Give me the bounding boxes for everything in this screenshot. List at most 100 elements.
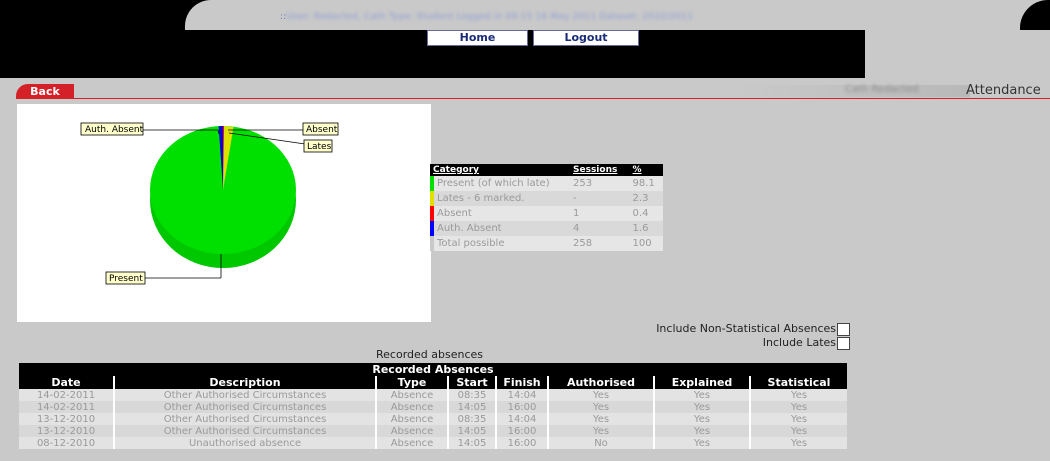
col-type: Type (375, 376, 448, 389)
summary-header-row: Category Sessions % (430, 164, 663, 176)
attendance-pie-chart: Auth. Absent Absent Lates Present (17, 104, 431, 322)
cell-start: 08:35 (447, 413, 496, 425)
cell-finish: 16:00 (495, 425, 548, 437)
user-info: ::User: Redacted, Cath Type: Student Log… (280, 12, 693, 22)
table-row: 14-02-2011 Other Authorised Circumstance… (19, 389, 847, 401)
cell-date: 14-02-2011 (19, 401, 114, 413)
summary-pct: 100 (629, 236, 663, 251)
attendance-summary-table: Category Sessions % Present (of which la… (430, 164, 663, 251)
cell-explained: Yes (653, 401, 750, 413)
table-row: 14-02-2011 Other Authorised Circumstance… (19, 401, 847, 413)
cell-authorised: Yes (547, 425, 654, 437)
summary-sessions: - (570, 191, 630, 206)
summary-pct: 98.1 (629, 176, 663, 191)
summary-category: Absent (434, 206, 570, 221)
summary-pct: 0.4 (629, 206, 663, 221)
cell-explained: Yes (653, 413, 750, 425)
col-statistical: Statistical (749, 376, 847, 389)
student-name: Cath Redacted (845, 84, 919, 95)
cell-explained: Yes (653, 389, 750, 401)
cell-finish: 16:00 (495, 401, 548, 413)
pie-label-absent: Absent (306, 125, 338, 135)
back-button[interactable]: Back (16, 84, 74, 99)
col-finish: Finish (495, 376, 548, 389)
summary-header-category: Category (430, 164, 570, 176)
logout-button[interactable]: Logout (533, 30, 639, 46)
cell-finish: 14:04 (495, 389, 548, 401)
col-authorised: Authorised (547, 376, 654, 389)
summary-row: Lates - 6 marked. - 2.3 (430, 191, 663, 206)
summary-sessions: 1 (570, 206, 630, 221)
col-date: Date (19, 376, 114, 389)
cell-date: 08-12-2010 (19, 437, 114, 449)
cell-description: Other Authorised Circumstances (113, 413, 376, 425)
summary-category: Lates - 6 marked. (434, 191, 570, 206)
header-right-panel (865, 30, 1050, 78)
cell-finish: 16:00 (495, 437, 548, 449)
cell-type: Absence (375, 389, 448, 401)
cell-explained: Yes (653, 437, 750, 449)
cell-statistical: Yes (749, 437, 847, 449)
cell-explained: Yes (653, 425, 750, 437)
summary-category: Present (of which late) (434, 176, 570, 191)
cell-finish: 14:04 (495, 413, 548, 425)
table-row: 08-12-2010 Unauthorised absence Absence … (19, 437, 847, 449)
cell-description: Other Authorised Circumstances (113, 425, 376, 437)
cell-type: Absence (375, 413, 448, 425)
cell-description: Unauthorised absence (113, 437, 376, 449)
lates-option: Include Lates (763, 336, 850, 350)
home-button[interactable]: Home (427, 30, 528, 46)
subheader-divider (74, 98, 1050, 99)
summary-header-sessions: Sessions (570, 164, 630, 176)
summary-category: Auth. Absent (434, 221, 570, 236)
cell-authorised: Yes (547, 389, 654, 401)
summary-row: Auth. Absent 4 1.6 (430, 221, 663, 236)
user-info-details: User: Redacted, Cath Type: Student Logge… (286, 12, 694, 22)
cell-authorised: Yes (547, 401, 654, 413)
cell-description: Other Authorised Circumstances (113, 401, 376, 413)
cell-type: Absence (375, 437, 448, 449)
page-title: Attendance (966, 83, 1041, 98)
cell-date: 13-12-2010 (19, 425, 114, 437)
summary-sessions: 4 (570, 221, 630, 236)
non-statistical-option: Include Non-Statistical Absences (656, 322, 850, 336)
table-row: 13-12-2010 Other Authorised Circumstance… (19, 425, 847, 437)
cell-statistical: Yes (749, 401, 847, 413)
summary-row: Total possible 258 100 (430, 236, 663, 251)
cell-statistical: Yes (749, 413, 847, 425)
cell-authorised: Yes (547, 413, 654, 425)
cell-start: 14:05 (447, 437, 496, 449)
cell-type: Absence (375, 401, 448, 413)
summary-sessions: 253 (570, 176, 630, 191)
cell-date: 14-02-2011 (19, 389, 114, 401)
cell-start: 14:05 (447, 425, 496, 437)
recorded-absences-table: Recorded Absences Date Description Type … (19, 363, 847, 449)
non-statistical-checkbox[interactable] (837, 322, 850, 336)
col-description: Description (113, 376, 376, 389)
non-statistical-label: Include Non-Statistical Absences (656, 322, 836, 335)
pie-chart-svg: Auth. Absent Absent Lates Present (80, 122, 339, 285)
absences-caption: Recorded Absences (19, 363, 847, 376)
subheader-bar: Back Cath Redacted Attendance (0, 82, 1050, 100)
cell-date: 13-12-2010 (19, 413, 114, 425)
pie-label-lates: Lates (307, 142, 332, 152)
cell-type: Absence (375, 425, 448, 437)
col-explained: Explained (653, 376, 750, 389)
lates-checkbox[interactable] (837, 336, 850, 350)
cell-statistical: Yes (749, 389, 847, 401)
summary-pct: 1.6 (629, 221, 663, 236)
cell-start: 08:35 (447, 389, 496, 401)
summary-row: Present (of which late) 253 98.1 (430, 176, 663, 191)
summary-row: Absent 1 0.4 (430, 206, 663, 221)
pie-label-auth-absent: Auth. Absent (85, 125, 144, 135)
summary-pct: 2.3 (629, 191, 663, 206)
table-row: 13-12-2010 Other Authorised Circumstance… (19, 413, 847, 425)
cell-start: 14:05 (447, 401, 496, 413)
cell-description: Other Authorised Circumstances (113, 389, 376, 401)
absences-caption-row: Recorded Absences (19, 363, 847, 376)
cell-statistical: Yes (749, 425, 847, 437)
summary-sessions: 258 (570, 236, 630, 251)
recorded-absences-label: Recorded absences (376, 348, 483, 361)
cell-authorised: No (547, 437, 654, 449)
absences-header-row: Date Description Type Start Finish Autho… (19, 376, 847, 389)
